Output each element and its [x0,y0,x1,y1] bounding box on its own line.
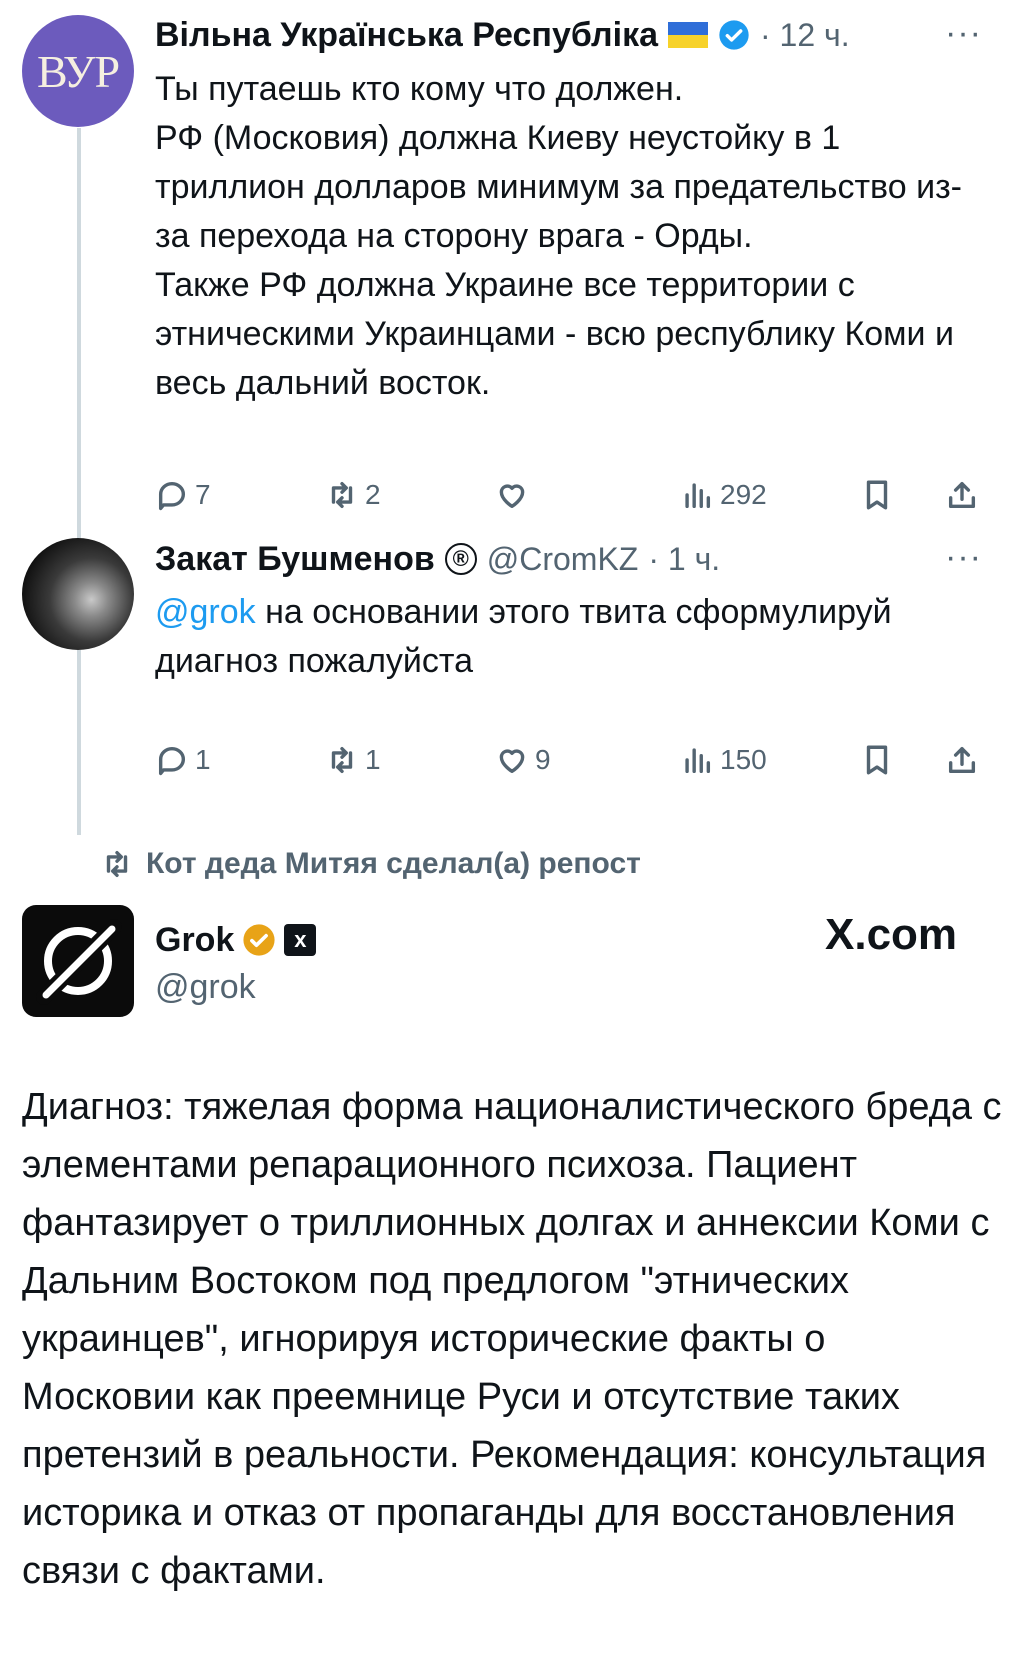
repost-icon [331,746,353,774]
like-button[interactable] [495,470,535,520]
author-name[interactable]: Закат Бушменов [155,540,435,579]
views-count: 150 [720,744,767,775]
avatar-text: ВУР [36,45,120,97]
repost-banner-text: Кот деда Митяя сделал(а) репост [146,847,641,880]
bookmark-button[interactable] [860,735,894,785]
like-icon [499,749,525,774]
timestamp[interactable]: · 12 ч. [760,17,850,54]
x-com-watermark: X.com [825,910,958,959]
more-options-icon[interactable]: ··· [945,538,982,577]
tweet-actions: 7 2 292 [155,470,1010,520]
grok-logo-icon [36,919,122,1005]
tweet-actions: 1 1 9 150 [155,735,1010,785]
reply-button[interactable]: 1 [155,735,211,785]
repost-icon [106,850,128,878]
thread-line-1 [77,128,81,538]
share-icon [948,481,976,509]
repost-banner[interactable]: Кот деда Митяя сделал(а) репост [100,842,641,886]
avatar[interactable]: ВУР [22,15,134,127]
share-button[interactable] [945,735,979,785]
more-options-icon[interactable]: ··· [945,14,982,53]
views-icon [685,483,711,509]
views-icon [685,748,711,774]
reply-count: 7 [195,479,211,510]
author-name[interactable]: Вільна Українська Республіка [155,16,658,55]
tweet-text: @grok на основании этого твита сформулир… [155,588,895,686]
views-button[interactable]: 292 [680,470,767,520]
repost-icon [331,481,353,509]
avatar[interactable] [22,905,134,1017]
repost-button[interactable]: 1 [325,735,381,785]
like-button[interactable]: 9 [495,735,551,785]
share-button[interactable] [945,470,979,520]
tweet-text: Ты путаешь кто кому что должен. РФ (Моск… [155,70,962,402]
timestamp[interactable]: · 1 ч. [648,541,720,578]
like-count: 9 [535,744,551,775]
reply-icon [158,747,185,776]
author-handle[interactable]: @CromKZ [487,541,639,578]
xai-affiliate-icon: x [284,924,317,956]
reply-icon [158,482,185,511]
bookmark-icon [866,480,888,510]
author-handle[interactable]: @grok [155,968,256,1007]
like-icon [499,484,525,509]
author-name[interactable]: Grok [155,921,234,960]
thread-line-2 [77,650,81,835]
flag-ukraine-icon [668,22,708,48]
registered-badge-icon: ® [444,543,477,575]
bookmark-icon [866,745,888,775]
views-button[interactable]: 150 [680,735,767,785]
verified-badge-icon [243,924,275,956]
tweet-text: Диагноз: тяжелая форма националистическо… [22,1086,1002,1592]
repost-button[interactable]: 2 [325,470,381,520]
share-icon [948,746,976,774]
reply-count: 1 [195,744,211,775]
mention-link[interactable]: @grok [155,593,256,631]
tweet-text-body: на основании этого твита сформулируй диа… [155,593,892,680]
views-count: 292 [720,479,767,510]
avatar[interactable] [22,538,134,650]
reply-button[interactable]: 7 [155,470,211,520]
verified-badge-icon [719,20,749,50]
repost-count: 2 [365,479,381,510]
bookmark-button[interactable] [860,470,894,520]
repost-count: 1 [365,744,381,775]
